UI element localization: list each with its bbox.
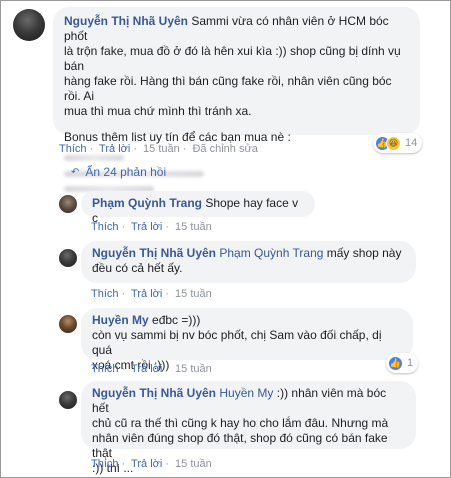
reply-time[interactable]: 15 tuần	[175, 221, 212, 233]
mention-link[interactable]: Huyền My	[219, 386, 273, 400]
reply-actions: Thích · Trả lời · 15 tuần	[91, 458, 212, 470]
reply-link[interactable]: Trả lời	[131, 288, 162, 300]
reaction-count: 14	[405, 137, 418, 149]
avatar[interactable]	[13, 9, 45, 41]
comment-author[interactable]: Nguyễn Thị Nhã Uyên	[64, 14, 188, 28]
reply-bubble: Nguyễn Thị Nhã Uyên Phạm Quỳnh Trang mấy…	[81, 241, 416, 283]
like-link[interactable]: Thích	[59, 143, 87, 155]
comment-bubble: Nguyễn Thị Nhã Uyên Sammi vừa có nhân vi…	[53, 7, 420, 193]
reply-bubble: Phạm Quỳnh Trang Shope hay face v c	[81, 191, 315, 225]
reaction-summary[interactable]: 👍 😆 14	[373, 133, 423, 153]
haha-reaction-icon: 😆	[386, 135, 401, 151]
reaction-count: 1	[407, 357, 414, 369]
reply-link[interactable]: Trả lời	[131, 221, 162, 233]
avatar[interactable]	[59, 315, 77, 333]
reply-time[interactable]: 15 tuần	[175, 363, 212, 375]
reply-author[interactable]: Phạm Quỳnh Trang	[92, 196, 202, 210]
reply-bubble: Nguyễn Thị Nhã Uyên Huyền My :)) nhân vi…	[81, 381, 416, 475]
like-link[interactable]: Thích	[91, 458, 119, 470]
like-link[interactable]: Thích	[91, 288, 119, 300]
reply-bubble: Huyền My eđbc =))) còn vụ sammi bị nv bó…	[81, 308, 413, 372]
reaction-summary[interactable]: 👍 1	[386, 353, 419, 373]
reply-arrow-icon: ↶	[71, 166, 80, 178]
avatar[interactable]	[59, 195, 77, 213]
reply-author[interactable]: Huyền My	[92, 313, 149, 327]
reply-time[interactable]: 15 tuần	[175, 288, 212, 300]
comment-thread: Nguyễn Thị Nhã Uyên Sammi vừa có nhân vi…	[0, 0, 451, 478]
avatar[interactable]	[59, 249, 77, 267]
comment-time[interactable]: 15 tuần	[143, 143, 180, 155]
reply-time[interactable]: 15 tuần	[175, 458, 212, 470]
reply-link[interactable]: Trả lời	[99, 143, 130, 155]
edited-label[interactable]: Đã chỉnh sửa	[192, 143, 257, 155]
avatar[interactable]	[59, 391, 77, 409]
reply-actions: Thích · Trả lời · 15 tuần	[91, 288, 212, 300]
mention-link[interactable]: Phạm Quỳnh Trang	[219, 246, 323, 260]
reply-actions: Thích · Trả lời · 15 tuần	[91, 221, 212, 233]
reply-actions: Thích · Trả lời · 15 tuần	[91, 363, 212, 375]
comment-text: Nguyễn Thị Nhã Uyên Sammi vừa có nhân vi…	[64, 14, 401, 118]
comment-actions: Thích · Trả lời · 15 tuần · Đã chỉnh sửa	[59, 143, 258, 155]
reply-link[interactable]: Trả lời	[131, 363, 162, 375]
reply-author[interactable]: Nguyễn Thị Nhã Uyên	[92, 386, 216, 400]
like-link[interactable]: Thích	[91, 363, 119, 375]
hide-replies-toggle[interactable]: ↶ Ẩn 24 phản hồi	[71, 165, 166, 179]
like-link[interactable]: Thích	[91, 221, 119, 233]
reply-link[interactable]: Trả lời	[131, 458, 162, 470]
like-reaction-icon: 👍	[388, 355, 403, 371]
reply-author[interactable]: Nguyễn Thị Nhã Uyên	[92, 246, 216, 260]
